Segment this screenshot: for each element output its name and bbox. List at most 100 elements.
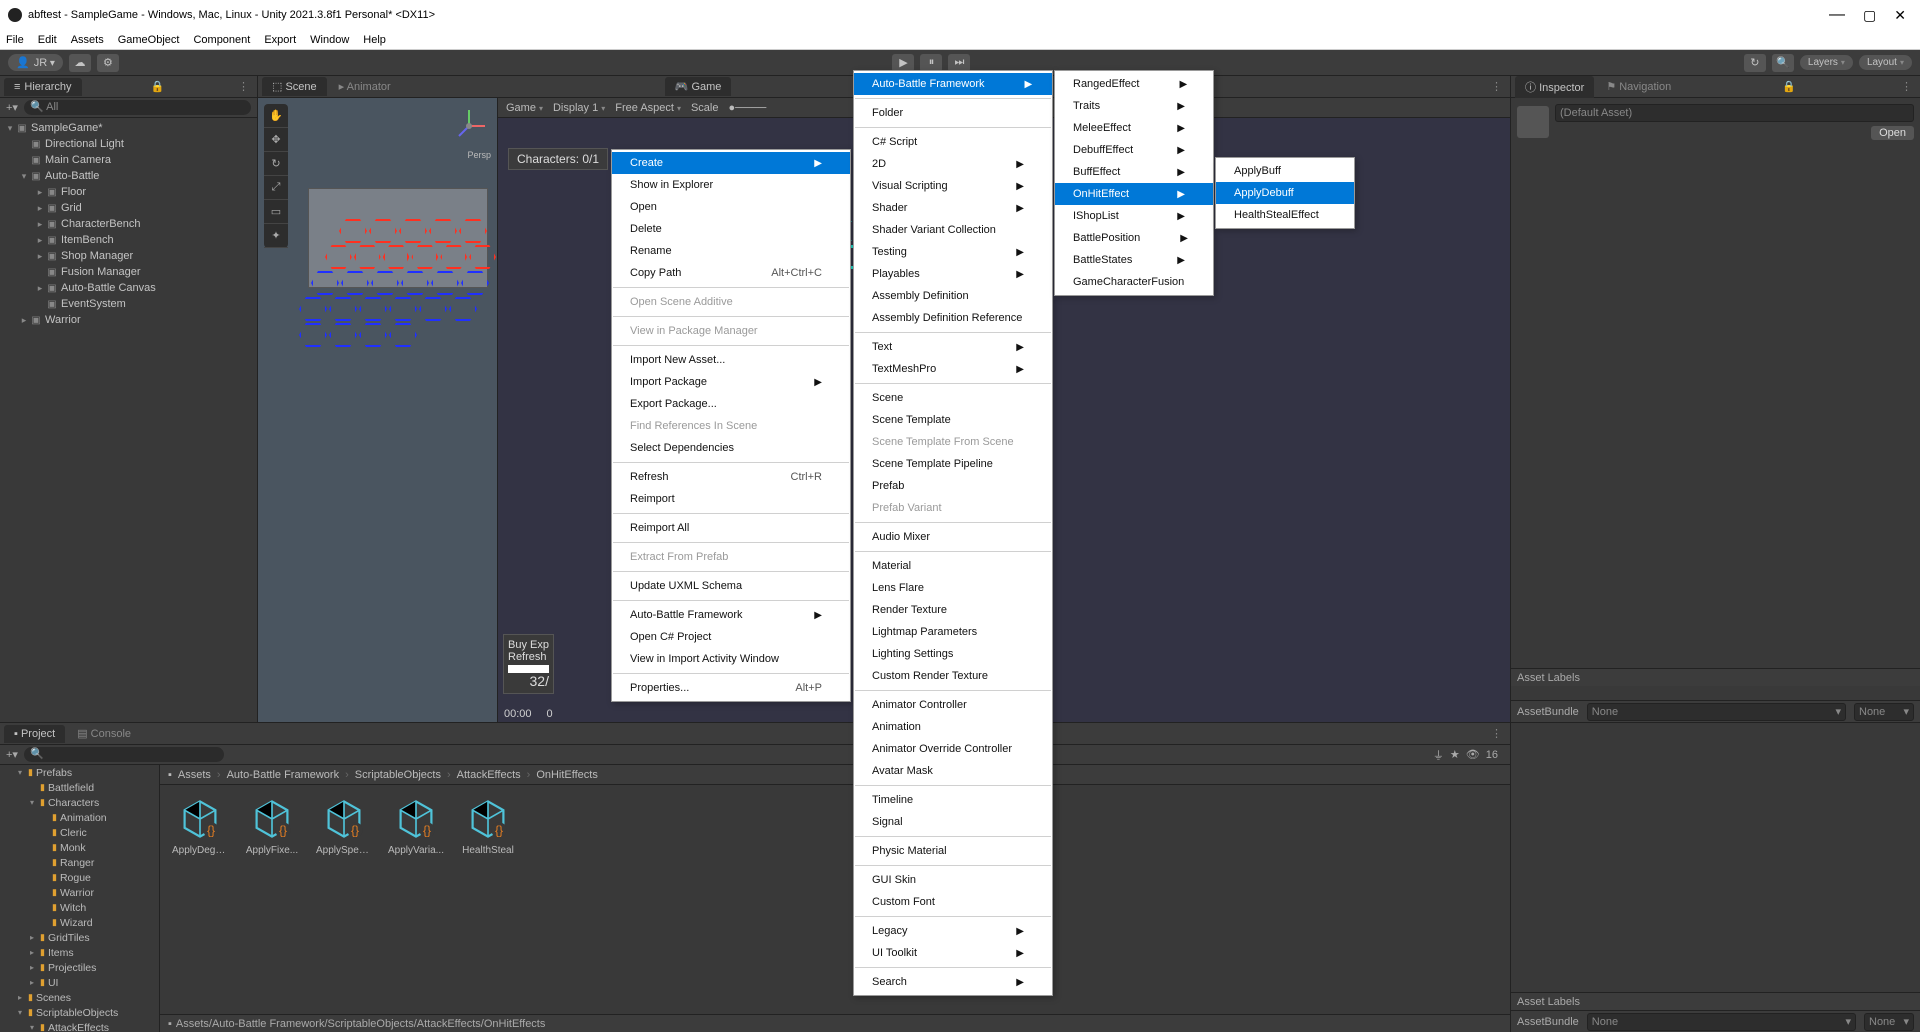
menu-item[interactable]: Lens Flare <box>854 577 1052 599</box>
menu-item[interactable]: Properties...Alt+P <box>612 677 850 699</box>
menu-item[interactable]: Show in Explorer <box>612 174 850 196</box>
undo-history-button[interactable]: ↻ <box>1744 54 1766 72</box>
scene-view[interactable]: ✋ ✥ ↻ ⤢ ▭ ✦ Persp <box>258 98 498 722</box>
menu-item[interactable]: DebuffEffect▶ <box>1055 139 1213 161</box>
menu-item[interactable]: GUI Skin <box>854 869 1052 891</box>
close-button[interactable]: ✕ <box>1894 7 1906 24</box>
step-button[interactable]: ⏭ <box>948 54 970 72</box>
breadcrumb-item[interactable]: ScriptableObjects <box>355 769 441 781</box>
menu-item[interactable]: Animation <box>854 716 1052 738</box>
menu-item[interactable]: Render Texture <box>854 599 1052 621</box>
project-folder[interactable]: ▾▮AttackEffects <box>0 1020 159 1032</box>
minimize-button[interactable]: — <box>1829 6 1845 24</box>
project-folder[interactable]: ▸▮UI <box>0 975 159 990</box>
favorite-icon[interactable]: ★ <box>1450 748 1460 761</box>
hierarchy-item[interactable]: ▸▣Shop Manager <box>0 248 257 264</box>
inspector-lock-icon[interactable]: 🔒 <box>1778 80 1800 93</box>
hierarchy-lock-icon[interactable]: 🔒 <box>147 80 169 93</box>
menu-item[interactable]: Material <box>854 555 1052 577</box>
menu-item[interactable]: Custom Font <box>854 891 1052 913</box>
pause-button[interactable]: ⏸ <box>920 54 942 72</box>
menu-item[interactable]: Avatar Mask <box>854 760 1052 782</box>
settings-button[interactable]: ⚙ <box>97 54 119 72</box>
menu-item[interactable]: Lighting Settings <box>854 643 1052 665</box>
project-search[interactable]: 🔍 <box>24 747 224 762</box>
project-folder[interactable]: ▮Witch <box>0 900 159 915</box>
project-folder[interactable]: ▮Battlefield <box>0 780 159 795</box>
cloud-button[interactable]: ☁ <box>69 54 91 72</box>
menu-gameobject[interactable]: GameObject <box>118 34 180 46</box>
menu-assets[interactable]: Assets <box>71 34 104 46</box>
menu-item[interactable]: Audio Mixer <box>854 526 1052 548</box>
hierarchy-item[interactable]: ▸▣Grid <box>0 200 257 216</box>
menu-item[interactable]: Testing▶ <box>854 241 1052 263</box>
menu-item[interactable]: 2D▶ <box>854 153 1052 175</box>
menu-item[interactable]: Text▶ <box>854 336 1052 358</box>
menu-item[interactable]: ApplyBuff <box>1216 160 1354 182</box>
project-folder[interactable]: ▸▮Scenes <box>0 990 159 1005</box>
project-breadcrumb[interactable]: ▪Assets›Auto-Battle Framework›Scriptable… <box>160 765 1510 785</box>
menu-export[interactable]: Export <box>264 34 296 46</box>
menu-item[interactable]: Rename <box>612 240 850 262</box>
orientation-gizmo[interactable] <box>449 106 489 146</box>
menu-edit[interactable]: Edit <box>38 34 57 46</box>
project-folder[interactable]: ▸▮Items <box>0 945 159 960</box>
menu-item[interactable]: IShopList▶ <box>1055 205 1213 227</box>
breadcrumb-item[interactable]: AttackEffects <box>457 769 521 781</box>
menu-item[interactable]: Animator Controller <box>854 694 1052 716</box>
move-tool-icon[interactable]: ✥ <box>264 128 288 152</box>
menu-item[interactable]: Update UXML Schema <box>612 575 850 597</box>
asset-item[interactable]: {}HealthSteal <box>460 797 516 856</box>
hierarchy-item[interactable]: ▾▣SampleGame* <box>0 120 257 136</box>
context-menu-onhit[interactable]: ApplyBuffApplyDebuffHealthStealEffect <box>1215 157 1355 229</box>
console-tab[interactable]: ▤ Console <box>67 724 141 743</box>
breadcrumb-item[interactable]: OnHitEffects <box>536 769 598 781</box>
project-folder[interactable]: ▮Rogue <box>0 870 159 885</box>
assetbundle-variant-dropdown[interactable]: None▾ <box>1854 703 1914 721</box>
menu-item[interactable]: Select Dependencies <box>612 437 850 459</box>
menu-item[interactable]: Playables▶ <box>854 263 1052 285</box>
menu-file[interactable]: File <box>6 34 24 46</box>
project-folder[interactable]: ▾▮Characters <box>0 795 159 810</box>
project-folder[interactable]: ▮Ranger <box>0 855 159 870</box>
menu-item[interactable]: View in Import Activity Window <box>612 648 850 670</box>
buy-exp-button[interactable]: Buy Exp <box>508 639 549 651</box>
menu-item[interactable]: Assembly Definition Reference <box>854 307 1052 329</box>
menu-item[interactable]: Reimport All <box>612 517 850 539</box>
menu-item[interactable]: Scene <box>854 387 1052 409</box>
project-menu-icon[interactable]: ⋮ <box>1487 727 1506 740</box>
asset-labels-section[interactable]: Asset Labels <box>1511 668 1920 686</box>
menu-item[interactable]: UI Toolkit▶ <box>854 942 1052 964</box>
inspector-menu-icon[interactable]: ⋮ <box>1897 80 1916 93</box>
menu-item[interactable]: Scene Template Pipeline <box>854 453 1052 475</box>
hierarchy-item[interactable]: ▸▣Floor <box>0 184 257 200</box>
game-tab[interactable]: 🎮 Game <box>665 77 732 96</box>
transform-tool-icon[interactable]: ✦ <box>264 224 288 248</box>
project-folder[interactable]: ▸▮GridTiles <box>0 930 159 945</box>
menu-item[interactable]: GameCharacterFusion <box>1055 271 1213 293</box>
scene-tab[interactable]: ⬚ Scene <box>262 77 327 96</box>
game-aspect-dropdown[interactable]: Free Aspect <box>615 102 681 114</box>
bundle-dropdown-2[interactable]: None▾ <box>1587 1013 1856 1031</box>
menu-item[interactable]: Traits▶ <box>1055 95 1213 117</box>
menu-item[interactable]: MeleeEffect▶ <box>1055 117 1213 139</box>
project-folder[interactable]: ▮Warrior <box>0 885 159 900</box>
asset-item[interactable]: {}ApplySpee... <box>316 797 372 856</box>
project-folder[interactable]: ▸▮Projectiles <box>0 960 159 975</box>
inspector-tab[interactable]: ⓘ Inspector <box>1515 76 1594 98</box>
menu-item[interactable]: Prefab <box>854 475 1052 497</box>
menu-item[interactable]: Auto-Battle Framework▶ <box>854 73 1052 95</box>
menu-item[interactable]: BattleStates▶ <box>1055 249 1213 271</box>
game-mode-dropdown[interactable]: Game <box>506 102 543 114</box>
project-folder[interactable]: ▾▮ScriptableObjects <box>0 1005 159 1020</box>
menu-item[interactable]: Open <box>612 196 850 218</box>
menu-window[interactable]: Window <box>310 34 349 46</box>
menu-item[interactable]: Animator Override Controller <box>854 738 1052 760</box>
menu-item[interactable]: TextMeshPro▶ <box>854 358 1052 380</box>
menu-help[interactable]: Help <box>363 34 386 46</box>
project-folders[interactable]: ▾▮Prefabs▮Battlefield▾▮Characters▮Animat… <box>0 765 160 1032</box>
menu-item[interactable]: ApplyDebuff <box>1216 182 1354 204</box>
menu-item[interactable]: Scene Template <box>854 409 1052 431</box>
hierarchy-item[interactable]: ▸▣ItemBench <box>0 232 257 248</box>
filter-icon[interactable]: ⏚ <box>1433 747 1444 763</box>
